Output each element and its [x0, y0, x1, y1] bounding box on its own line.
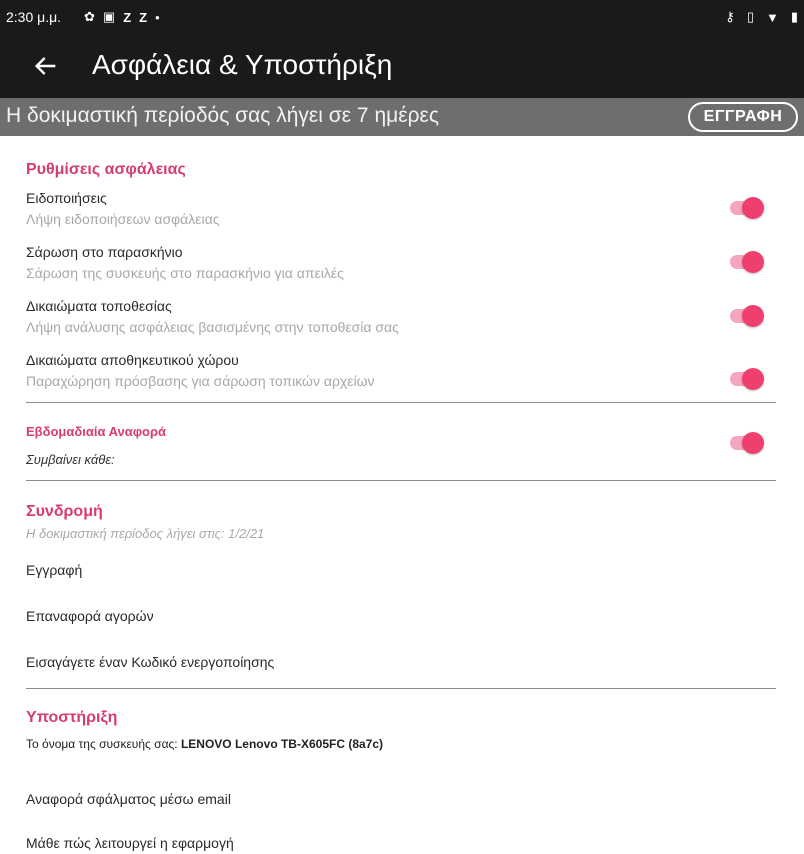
toggle-thumb [742, 368, 764, 390]
background-scan-toggle[interactable] [730, 249, 764, 273]
divider [26, 480, 776, 481]
toggle-thumb [742, 197, 764, 219]
support-title: Υποστήριξη [26, 709, 118, 726]
setting-title: Δικαιώματα τοποθεσίας [26, 298, 172, 314]
subscribe-button[interactable]: ΕΓΓΡΑΦΗ [688, 102, 798, 132]
security-settings-title: Ρυθμίσεις ασφάλειας [26, 161, 186, 178]
battery-icon: ▮ [790, 9, 798, 24]
report-bug-link[interactable]: Αναφορά σφάλματος μέσω email [26, 791, 231, 807]
setting-subtitle: Λήψη ειδοποιήσεων ασφάλειας [26, 211, 220, 227]
trial-banner-text: Η δοκιμαστική περίοδός σας λήγει σε 7 ημ… [6, 104, 440, 127]
z-icon: Z [139, 9, 148, 25]
setting-subtitle: Παραχώρηση πρόσβασης για σάρωση τοπικών … [26, 373, 375, 389]
storage-permissions-toggle[interactable] [730, 366, 764, 390]
vibrate-icon: ▯ [746, 9, 754, 24]
trial-banner: Η δοκιμαστική περίοδός σας λήγει σε 7 ημ… [0, 98, 804, 136]
subscribe-link[interactable]: Εγγραφή [26, 562, 82, 578]
status-time: 2:30 μ.μ. [6, 9, 62, 25]
status-bar: 2:30 μ.μ. ✿ ▣ Z Z • ⚷ ▯ ▼ ▮ [0, 0, 804, 36]
location-permissions-toggle[interactable] [730, 303, 764, 327]
weekly-report-toggle[interactable] [730, 430, 764, 454]
toggle-thumb [742, 251, 764, 273]
gear-icon: ✿ [84, 9, 95, 24]
dot-icon: • [155, 9, 160, 25]
restore-purchases-link[interactable]: Επαναφορά αγορών [26, 608, 154, 624]
subscription-title: Συνδρομή [26, 503, 103, 520]
divider [26, 688, 776, 689]
image-icon: ▣ [102, 9, 116, 24]
status-right-icons: ⚷ ▯ ▼ ▮ [725, 9, 798, 25]
setting-title: Σάρωση στο παρασκήνιο [26, 244, 183, 260]
weekly-report-title: Εβδομαδιαία Αναφορά [26, 424, 166, 439]
device-name-label: Το όνομα της συσκευής σας: [26, 737, 181, 751]
z-icon: Z [123, 9, 132, 25]
subscription-expiry: Η δοκιμαστική περίοδος λήγει στις: 1/2/2… [26, 526, 265, 541]
weekly-report-subtitle: Συμβαίνει κάθε: [26, 452, 115, 467]
activation-code-link[interactable]: Εισαγάγετε έναν Κωδικό ενεργοποίησης [26, 654, 274, 670]
setting-title: Δικαιώματα αποθηκευτικού χώρου [26, 352, 239, 368]
arrow-left-icon[interactable] [30, 50, 62, 82]
setting-subtitle: Σάρωση της συσκευής στο παρασκήνιο για α… [26, 265, 344, 281]
notifications-toggle[interactable] [730, 195, 764, 219]
setting-subtitle: Λήψη ανάλυσης ασφάλειας βασισμένης στην … [26, 319, 399, 335]
learn-how-app-works-link[interactable]: Μάθε πώς λειτουργεί η εφαρμογή [26, 835, 234, 851]
device-name-value: LENOVO Lenovo TB-X605FC (8a7c) [180, 737, 384, 751]
status-left-icons: ✿ ▣ Z Z • [84, 9, 160, 25]
device-name-row: Το όνομα της συσκευής σας: LENOVO Lenovo… [26, 737, 383, 751]
toggle-thumb [742, 305, 764, 327]
divider [26, 402, 776, 403]
page-title: Ασφάλεια & Υποστήριξη [92, 49, 393, 80]
wifi-icon: ▼ [765, 9, 779, 25]
key-icon: ⚷ [725, 9, 735, 24]
toggle-thumb [742, 432, 764, 454]
setting-title: Ειδοποιήσεις [26, 190, 107, 206]
